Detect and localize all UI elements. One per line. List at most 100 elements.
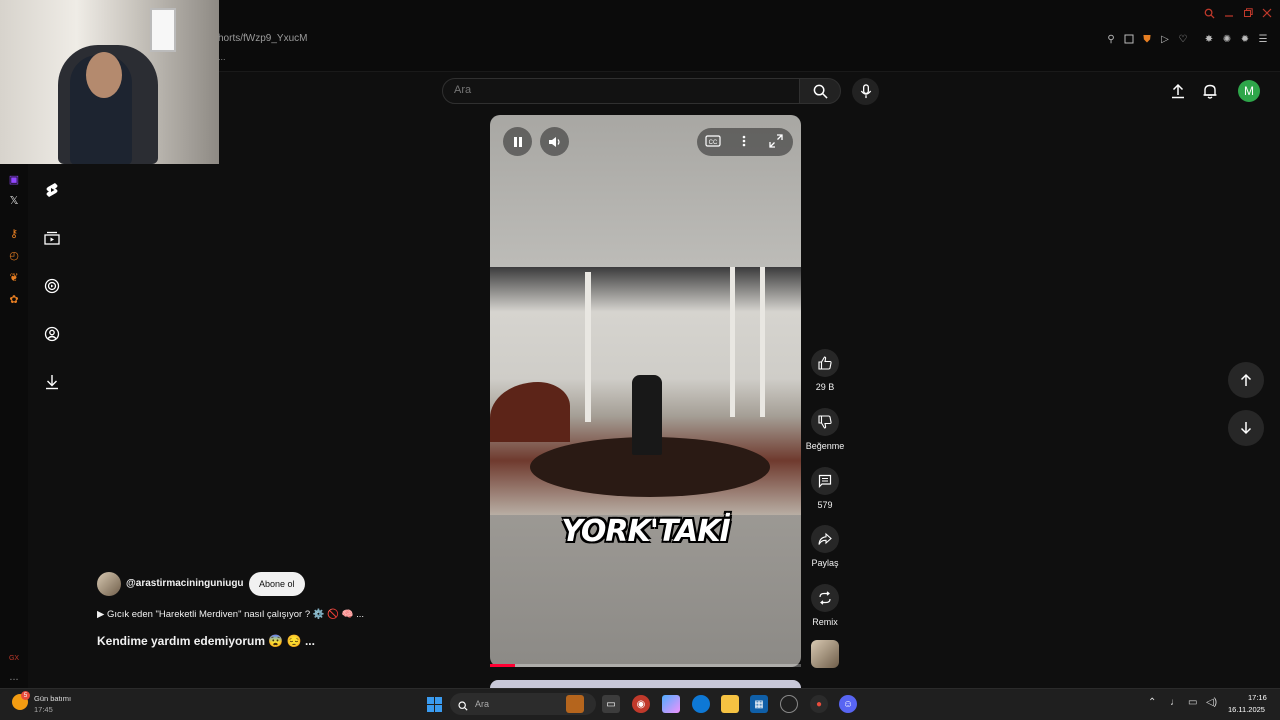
more-options-icon[interactable] xyxy=(740,134,748,153)
taskbar-clock-time[interactable]: 17:16 xyxy=(1248,693,1267,702)
volume-button[interactable] xyxy=(540,127,569,156)
arrow-down-icon xyxy=(1240,422,1252,435)
next-video-preview[interactable] xyxy=(490,680,801,688)
pause-icon xyxy=(513,136,522,147)
clock-icon[interactable]: ◴ xyxy=(6,247,22,263)
url-ellipsis: ... xyxy=(218,52,226,62)
key-icon[interactable]: ⚷ xyxy=(6,225,22,241)
search-icon xyxy=(813,84,828,99)
store-icon[interactable]: ▦ xyxy=(750,695,768,713)
comments-button[interactable] xyxy=(811,467,839,495)
discord-icon[interactable]: ☺ xyxy=(839,695,857,713)
cat-icon[interactable]: ❦ xyxy=(6,269,22,285)
voice-search-button[interactable] xyxy=(852,78,879,105)
play-icon[interactable]: ▷ xyxy=(1159,33,1171,45)
gx-label: GX xyxy=(8,654,20,662)
obs-icon[interactable]: ● xyxy=(810,695,828,713)
downloads-icon[interactable] xyxy=(38,368,66,396)
search-button[interactable] xyxy=(799,78,841,104)
restore-icon[interactable] xyxy=(1241,6,1255,20)
remix-icon xyxy=(819,591,831,605)
file-explorer-icon[interactable] xyxy=(721,695,739,713)
pause-button[interactable] xyxy=(503,127,532,156)
speaker-icon[interactable]: ◁) xyxy=(1206,697,1217,708)
previous-video-button[interactable] xyxy=(1228,362,1264,398)
next-video-button[interactable] xyxy=(1228,410,1264,446)
weather-badge: 5 xyxy=(21,691,30,700)
tray-chevron-icon[interactable]: ⌃ xyxy=(1148,697,1156,708)
extension-icon-2[interactable]: ✺ xyxy=(1221,33,1233,45)
task-view-icon[interactable]: ▭ xyxy=(602,695,620,713)
browser-sidebar xyxy=(0,164,28,688)
app-icon[interactable] xyxy=(780,695,798,713)
upload-button[interactable] xyxy=(1167,80,1189,102)
arrow-up-icon xyxy=(1240,373,1252,386)
search-input[interactable] xyxy=(454,84,774,96)
tray-mic-icon[interactable]: ♩ xyxy=(1170,697,1180,708)
close-icon[interactable] xyxy=(1260,6,1274,20)
remix-button[interactable] xyxy=(811,584,839,612)
shorts-icon[interactable] xyxy=(38,176,66,204)
more-icon[interactable]: ... xyxy=(6,669,22,685)
copilot-icon[interactable] xyxy=(662,695,680,713)
remix-label: Remix xyxy=(812,617,838,627)
channel-thumbnail[interactable] xyxy=(811,640,839,668)
opera-gx-taskbar-icon[interactable]: ◉ xyxy=(632,695,650,713)
video-caption: YORK'TAKİ xyxy=(561,514,730,549)
like-button[interactable] xyxy=(811,349,839,377)
svg-text:CC: CC xyxy=(709,140,718,146)
minimize-icon[interactable] xyxy=(1222,6,1236,20)
notifications-button[interactable] xyxy=(1199,80,1221,102)
youtube-music-icon[interactable] xyxy=(38,272,66,300)
heart-icon[interactable]: ♡ xyxy=(1177,33,1189,45)
channel-avatar[interactable] xyxy=(97,572,121,596)
url-text[interactable]: horts/fWzp9_YxucM xyxy=(218,33,307,44)
channel-handle[interactable]: @arastirmacininguniugu xyxy=(126,578,244,589)
dislike-label: Beğenme xyxy=(805,441,845,451)
subscribe-button[interactable]: Abone ol xyxy=(249,572,305,596)
comment-count: 579 xyxy=(817,500,833,510)
shorts-video-player[interactable] xyxy=(490,115,801,667)
fullscreen-icon[interactable] xyxy=(769,134,783,153)
thumbs-up-icon xyxy=(818,356,832,370)
taskbar-search-icon xyxy=(458,698,468,716)
taskbar-search-placeholder: Ara xyxy=(475,699,490,709)
comment-icon xyxy=(818,474,832,488)
x-icon[interactable]: 𝕏 xyxy=(6,192,22,208)
progress-fill xyxy=(490,664,515,667)
share-label: Paylaş xyxy=(811,558,839,568)
edge-icon[interactable] xyxy=(692,695,710,713)
weather-time: 17:45 xyxy=(34,705,53,714)
video-title[interactable]: Kendime yardım edemiyorum 😨 😔 ... xyxy=(97,634,315,648)
extensions-icon[interactable]: ✿ xyxy=(6,291,22,307)
extension-icon-3[interactable]: ✹ xyxy=(1239,33,1251,45)
you-icon[interactable] xyxy=(38,320,66,348)
weather-label[interactable]: Gün batımı xyxy=(34,694,71,703)
like-count: 29 B xyxy=(815,382,835,392)
account-avatar[interactable]: M xyxy=(1238,80,1260,102)
video-description[interactable]: ▶ Gıcık eden "Hareketli Merdiven" nasıl … xyxy=(97,609,364,620)
volume-icon xyxy=(548,136,560,147)
windows-start-icon[interactable] xyxy=(425,695,443,713)
snapshot-icon[interactable] xyxy=(1123,33,1135,45)
twitch-icon[interactable]: ▣ xyxy=(6,171,22,187)
video-frame xyxy=(490,267,801,515)
subscriptions-icon[interactable] xyxy=(38,224,66,252)
progress-track[interactable] xyxy=(490,664,801,667)
network-icon[interactable]: ▭ xyxy=(1188,697,1197,708)
dislike-button[interactable] xyxy=(811,408,839,436)
thumbs-down-icon xyxy=(818,415,832,429)
taskbar-clock-date[interactable]: 16.11.2025 xyxy=(1228,705,1265,714)
share-icon xyxy=(818,532,832,545)
search-icon[interactable] xyxy=(1202,6,1216,20)
microphone-icon xyxy=(860,84,871,99)
captions-icon[interactable]: CC xyxy=(705,134,721,153)
shield-icon[interactable]: ⛊ xyxy=(1141,33,1153,45)
share-button[interactable] xyxy=(811,525,839,553)
bell-icon xyxy=(1203,84,1217,99)
menu-icon[interactable]: ☰ xyxy=(1257,33,1269,45)
extension-icon-1[interactable]: ✸ xyxy=(1203,33,1215,45)
webcam-overlay xyxy=(0,0,219,164)
pin-icon[interactable]: ⚲ xyxy=(1105,33,1117,45)
taskbar-widget-icon[interactable] xyxy=(566,695,584,713)
